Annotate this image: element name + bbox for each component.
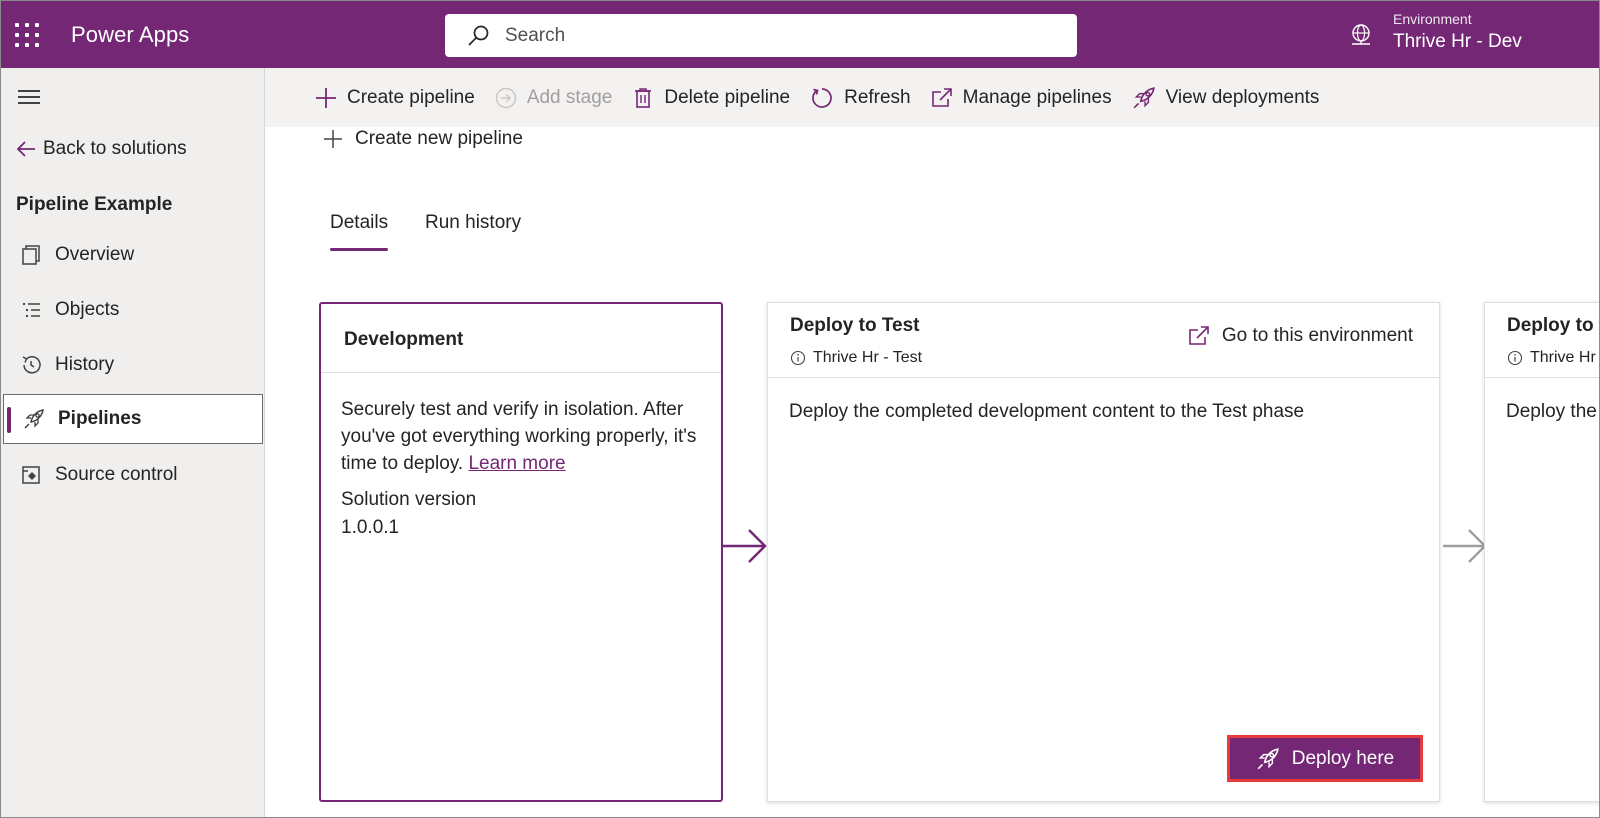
delete-pipeline-label: Delete pipeline	[664, 86, 791, 108]
open-external-icon	[1189, 326, 1209, 345]
rocket-icon	[20, 407, 48, 431]
go-to-environment-label: Go to this environment	[1221, 325, 1413, 346]
stage-title: Deploy to Test	[790, 315, 920, 336]
manage-pipelines-button[interactable]: Manage pipelines	[931, 87, 1112, 109]
app-launcher-icon[interactable]	[15, 23, 39, 47]
info-icon	[790, 350, 806, 366]
command-bar: Create pipeline Add stage Delete pipelin…	[265, 68, 1599, 127]
stage-header: Deploy to I Thrive Hr	[1485, 303, 1600, 378]
create-pipeline-label: Create pipeline	[347, 86, 475, 108]
manage-pipelines-label: Manage pipelines	[962, 86, 1112, 108]
environment-name[interactable]: Thrive Hr - Dev	[1393, 31, 1522, 53]
next-stage-card: Deploy to I Thrive Hr Deploy the	[1484, 302, 1600, 802]
sidebar-item-label: Overview	[55, 244, 135, 265]
sidebar: Back to solutions Pipeline Example Overv…	[1, 68, 265, 817]
delete-pipeline-button[interactable]: Delete pipeline	[632, 87, 790, 109]
objects-icon	[17, 298, 45, 322]
stage-arrow-icon	[723, 529, 767, 563]
sidebar-item-pipelines[interactable]: Pipelines	[3, 394, 263, 444]
deploy-here-label: Deploy here	[1291, 747, 1395, 769]
stage-header: Deploy to Test Thrive Hr - Test Go to th…	[768, 303, 1439, 378]
sidebar-item-objects[interactable]: Objects	[1, 285, 261, 335]
view-deployments-button[interactable]: View deployments	[1132, 86, 1320, 110]
sidebar-item-overview[interactable]: Overview	[1, 230, 261, 280]
add-stage-label: Add stage	[526, 86, 613, 108]
plus-icon	[324, 130, 342, 148]
app-window: Power Apps Environment Thrive Hr - Dev B	[0, 0, 1600, 818]
sidebar-item-history[interactable]: History	[1, 340, 261, 390]
create-new-pipeline-link[interactable]: Create new pipeline	[323, 128, 523, 150]
rocket-icon	[1133, 86, 1155, 108]
tab-run-history[interactable]: Run history	[425, 212, 521, 252]
create-pipeline-button[interactable]: Create pipeline	[315, 87, 475, 109]
back-label: Back to solutions	[43, 138, 187, 159]
learn-more-link[interactable]: Learn more	[468, 453, 565, 474]
tab-details[interactable]: Details	[330, 212, 389, 252]
view-deployments-label: View deployments	[1165, 86, 1320, 108]
solution-version-value: 1.0.0.1	[341, 517, 400, 538]
stage-environment: Thrive Hr	[1507, 349, 1596, 367]
open-external-icon	[931, 87, 952, 107]
search-input[interactable]	[505, 24, 1045, 47]
back-arrow-icon	[16, 141, 35, 157]
overview-icon	[17, 243, 45, 267]
go-to-environment-link[interactable]: Go to this environment	[1188, 325, 1413, 347]
source-control-icon	[17, 463, 45, 487]
stage-title: Deploy to I	[1507, 315, 1600, 336]
stage-environment-name: Thrive Hr	[1530, 349, 1596, 366]
refresh-icon	[812, 87, 832, 108]
development-stage-card: Development Securely test and verify in …	[319, 302, 723, 802]
environment-label: Environment	[1393, 11, 1472, 27]
add-stage-button[interactable]: Add stage	[495, 86, 613, 109]
add-stage-icon	[495, 87, 517, 108]
plus-icon	[316, 87, 336, 108]
refresh-label: Refresh	[844, 86, 911, 108]
sidebar-item-label: History	[55, 354, 115, 375]
sidebar-item-label: Source control	[55, 464, 178, 485]
stage-environment: Thrive Hr - Test	[790, 349, 922, 367]
stage-arrow-icon	[1443, 529, 1487, 563]
back-to-solutions-link[interactable]: Back to solutions	[15, 138, 187, 160]
search-box[interactable]	[445, 14, 1077, 57]
trash-icon	[635, 87, 652, 108]
stage-description: Deploy the	[1506, 401, 1597, 422]
top-bar: Power Apps Environment Thrive Hr - Dev	[1, 1, 1599, 68]
sidebar-item-label: Objects	[55, 299, 120, 320]
solution-title: Pipeline Example	[16, 194, 173, 215]
refresh-button[interactable]: Refresh	[810, 86, 911, 110]
app-name[interactable]: Power Apps	[71, 22, 189, 48]
sidebar-item-source-control[interactable]: Source control	[1, 450, 261, 500]
rocket-icon	[1257, 747, 1279, 769]
search-icon	[468, 25, 489, 45]
solution-version-label: Solution version	[341, 489, 477, 510]
development-title: Development	[321, 304, 721, 373]
deploy-here-button[interactable]: Deploy here	[1227, 735, 1423, 782]
history-icon	[17, 353, 45, 377]
create-new-pipeline-label: Create new pipeline	[355, 128, 523, 149]
stage-description: Deploy the completed development content…	[789, 401, 1305, 422]
collapse-menu-icon[interactable]	[18, 90, 40, 106]
info-icon	[1507, 350, 1523, 366]
stage-environment-name: Thrive Hr - Test	[813, 349, 923, 366]
development-description: Securely test and verify in isolation. A…	[321, 373, 721, 477]
environment-globe-icon[interactable]	[1349, 23, 1373, 47]
sidebar-item-label: Pipelines	[58, 408, 142, 429]
deploy-to-test-stage-card: Deploy to Test Thrive Hr - Test Go to th…	[767, 302, 1440, 802]
